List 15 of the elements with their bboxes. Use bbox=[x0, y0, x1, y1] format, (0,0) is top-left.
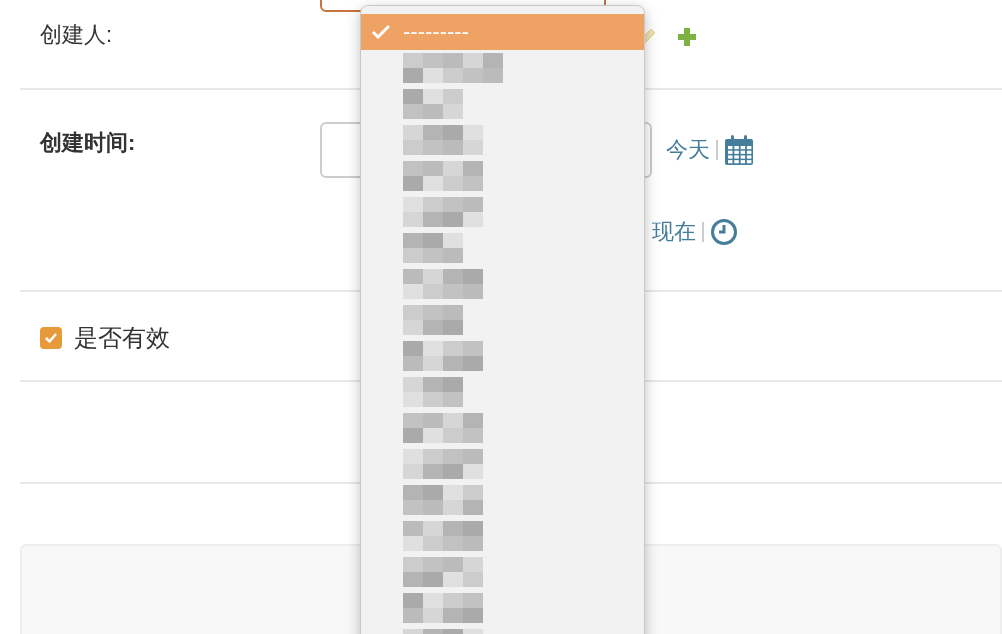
clock-icon[interactable] bbox=[710, 218, 738, 246]
pixelated-text bbox=[403, 377, 463, 407]
field-label: 创建人: bbox=[40, 21, 114, 49]
checkmark-icon bbox=[44, 331, 58, 345]
checkmark-icon bbox=[371, 23, 391, 41]
pixelated-text bbox=[403, 89, 463, 119]
pixelated-text bbox=[403, 305, 463, 335]
field-label: 创建时间: bbox=[40, 129, 137, 157]
calendar-icon[interactable] bbox=[724, 134, 754, 166]
checkbox[interactable] bbox=[40, 327, 62, 349]
today-link[interactable]: 今天 bbox=[666, 135, 710, 165]
now-link[interactable]: 现在 bbox=[652, 217, 696, 247]
checkbox-label: 是否有效 bbox=[74, 323, 170, 353]
plus-icon[interactable] bbox=[676, 26, 698, 48]
pixelated-text bbox=[403, 233, 463, 263]
